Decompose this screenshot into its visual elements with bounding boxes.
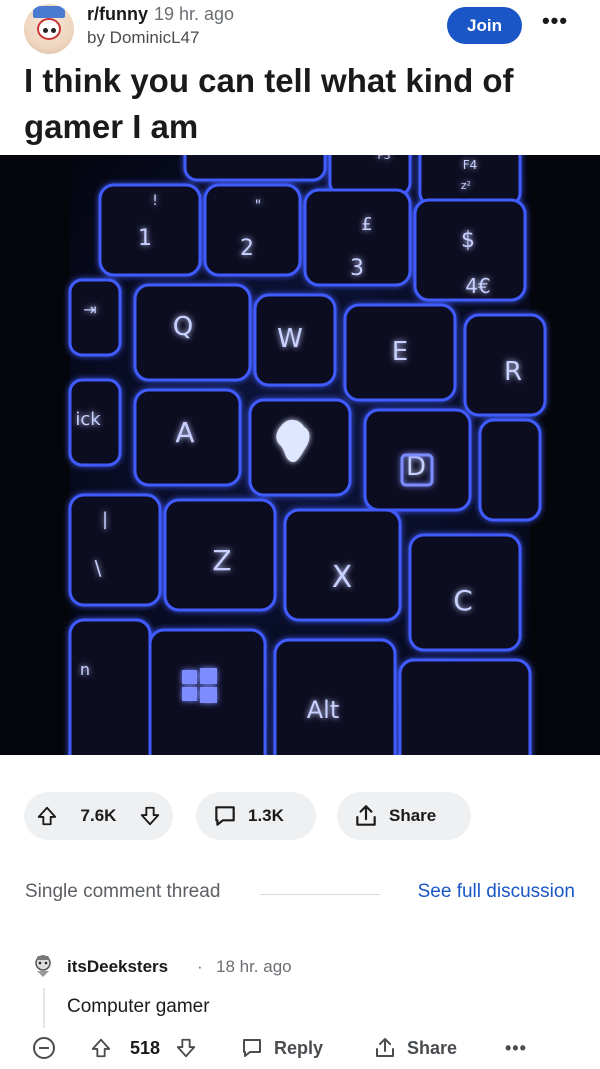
comment-count: 1.3K bbox=[248, 806, 284, 825]
comment-downvote-icon[interactable] bbox=[175, 1032, 197, 1064]
comment-thread-line[interactable] bbox=[43, 988, 45, 1028]
subreddit-name[interactable]: r/funny bbox=[87, 4, 148, 24]
key-4-top: $ bbox=[461, 228, 475, 253]
more-options-icon[interactable]: ••• bbox=[540, 6, 570, 36]
key-alt-label: Alt bbox=[307, 696, 340, 724]
separator-dot: · bbox=[197, 957, 203, 976]
thread-bar: Single comment thread See full discussio… bbox=[0, 877, 600, 907]
key-1-top: ! bbox=[152, 193, 158, 209]
key-2-top: " bbox=[255, 198, 261, 214]
key-2-label: 2 bbox=[240, 236, 254, 261]
comment-share-button[interactable]: Share bbox=[373, 1032, 457, 1064]
key-3-label: 3 bbox=[350, 256, 364, 281]
key-4-label: 4€ bbox=[465, 274, 490, 298]
subreddit-line: r/funny 19 hr. ago bbox=[87, 4, 234, 25]
key-f3-label: F3 bbox=[377, 155, 390, 162]
post-title: I think you can tell what kind of gamer … bbox=[24, 62, 514, 145]
key-shift-label: \ bbox=[95, 556, 102, 580]
key-z-label: Z bbox=[212, 544, 231, 577]
post-time: 19 hr. ago bbox=[154, 4, 235, 24]
comment-upvote-icon[interactable] bbox=[90, 1032, 112, 1064]
subreddit-avatar[interactable] bbox=[24, 4, 74, 54]
commenter-avatar[interactable] bbox=[32, 954, 54, 978]
post-author[interactable]: by DominicL47 bbox=[87, 28, 199, 48]
key-tab-label: ⇥ bbox=[83, 300, 96, 319]
key-f4-label: F4 bbox=[463, 158, 478, 172]
comment-more-icon[interactable]: ••• bbox=[505, 1032, 527, 1064]
key-r-label: R bbox=[504, 357, 522, 387]
upvote-icon[interactable] bbox=[36, 805, 58, 827]
commenter-username[interactable]: itsDeeksters bbox=[67, 957, 168, 977]
share-button[interactable]: Share bbox=[337, 792, 471, 840]
reply-icon bbox=[243, 1039, 261, 1057]
key-fn-label: n bbox=[80, 660, 90, 679]
post-header: r/funny 19 hr. ago by DominicL47 Join ••• bbox=[0, 0, 600, 56]
reply-button[interactable]: Reply bbox=[240, 1032, 323, 1064]
comment-actions: 518 Reply Share ••• bbox=[0, 1032, 600, 1064]
post-image[interactable]: F3 F4 z² ! 1 " 2 £ 3 $ 4€ ⇥ Q W E R ick … bbox=[0, 155, 600, 755]
comment-time: 18 hr. ago bbox=[216, 957, 292, 976]
key-shift-top: | bbox=[102, 509, 108, 530]
post-actions: 7.6K 1.3K Share bbox=[0, 792, 600, 840]
share-icon bbox=[353, 803, 379, 829]
comment-body: Computer gamer bbox=[67, 996, 210, 1017]
thread-divider bbox=[260, 894, 380, 895]
join-button[interactable]: Join bbox=[447, 7, 522, 44]
key-a-label: A bbox=[175, 416, 194, 449]
comment-score: 518 bbox=[130, 1037, 161, 1058]
key-x-label: X bbox=[332, 560, 353, 595]
comment-share-icon bbox=[376, 1038, 394, 1057]
comment: itsDeeksters · 18 hr. ago Computer gamer… bbox=[0, 950, 600, 1069]
comment-share-label: Share bbox=[407, 1037, 458, 1058]
key-1-label: 1 bbox=[138, 226, 152, 251]
vote-pill: 7.6K bbox=[24, 792, 173, 840]
downvote-icon[interactable] bbox=[139, 805, 161, 827]
key-3-top: £ bbox=[361, 214, 372, 235]
single-thread-label: Single comment thread bbox=[25, 881, 221, 902]
key-caps-label: ick bbox=[75, 409, 101, 430]
reply-label: Reply bbox=[274, 1037, 324, 1058]
key-c-label: C bbox=[453, 584, 473, 617]
comment-icon bbox=[212, 803, 238, 829]
key-w-label: W bbox=[277, 324, 303, 354]
key-q-label: Q bbox=[173, 312, 193, 342]
key-e-label: E bbox=[392, 337, 408, 367]
see-full-discussion-link[interactable]: See full discussion bbox=[418, 881, 575, 903]
vote-score: 7.6K bbox=[80, 806, 117, 825]
comments-button[interactable]: 1.3K bbox=[196, 792, 316, 840]
key-f4-sub: z² bbox=[461, 179, 471, 192]
collapse-icon[interactable] bbox=[32, 1032, 56, 1064]
share-label: Share bbox=[389, 806, 437, 825]
